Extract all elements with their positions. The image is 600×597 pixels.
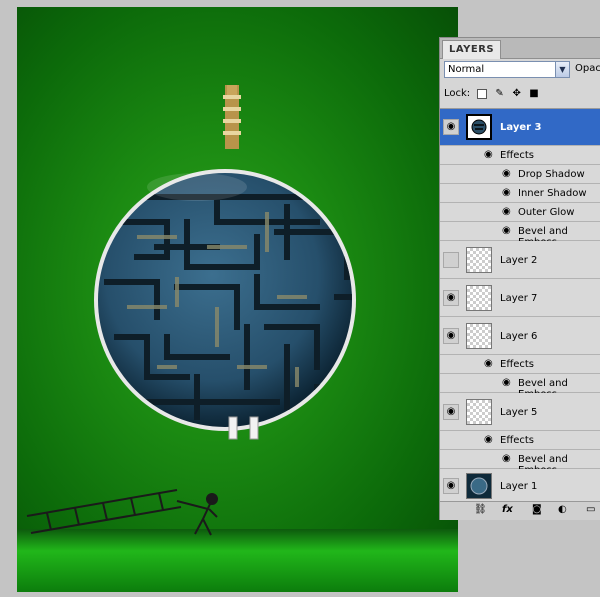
eye-icon[interactable]: ◉ [484,358,493,369]
eye-icon[interactable]: ◉ [502,225,511,236]
layer-thumbnail [466,323,492,349]
artwork [17,85,458,592]
link-layers-icon[interactable]: ⛓ [474,504,487,515]
effects-label: Effects [500,359,534,370]
layer-row-1[interactable]: ◉ Layer 1 [440,469,600,503]
effect-label: Drop Shadow [518,169,585,180]
eye-icon[interactable]: ◉ [502,187,511,198]
effect-row[interactable]: ◉ Bevel and Emboss [440,222,600,248]
eye-icon[interactable]: ◉ [443,119,459,135]
layer-name: Layer 7 [500,293,538,304]
eye-icon[interactable]: ◉ [443,478,459,494]
lock-transparency-icon[interactable] [477,88,488,99]
opacity-label: Opac [575,63,600,74]
layer-list: ◉ Layer 3 ◉ Effects ◉ Drop Shadow ◉ Inne… [440,108,600,503]
lock-all-icon[interactable]: ■ [529,88,539,99]
effects-row[interactable]: ◉ Effects [440,146,600,165]
effects-row[interactable]: ◉ Effects [440,431,600,450]
new-layer-icon[interactable]: ▭ [586,504,595,515]
effects-row[interactable]: ◉ Effects [440,355,600,374]
adjustment-layer-icon[interactable]: ◐ [558,504,567,515]
layers-panel: LAYERS Normal ▼ Opac Lock: ✎ ✥ ■ ◉ Layer… [439,37,600,520]
layer-name: Layer 5 [500,407,538,418]
layer-row-6[interactable]: ◉ Layer 6 [440,317,600,355]
effect-row[interactable]: ◉ Inner Shadow [440,184,600,203]
layer-thumbnail [466,285,492,311]
panel-tab-bar: LAYERS [440,38,600,59]
effect-label: Inner Shadow [518,188,587,199]
chevron-down-icon[interactable]: ▼ [555,61,570,78]
document-canvas[interactable] [17,7,458,592]
layer-thumbnail [466,114,492,140]
layer-name: Layer 3 [500,122,542,133]
layer-thumbnail [466,247,492,273]
eye-icon[interactable]: ◉ [484,149,493,160]
effect-row[interactable]: ◉ Bevel and Emboss [440,450,600,476]
visibility-toggle[interactable] [443,252,459,268]
eye-icon[interactable]: ◉ [484,434,493,445]
layer-row-5[interactable]: ◉ Layer 5 [440,393,600,431]
panel-footer: ⛓ fx ◙ ◐ ▭ [440,501,600,520]
lock-paint-icon[interactable]: ✎ [495,88,505,99]
eye-icon[interactable]: ◉ [443,290,459,306]
layer-row-2[interactable]: Layer 2 [440,241,600,279]
layer-name: Layer 1 [500,481,538,492]
layer-name: Layer 2 [500,255,538,266]
lock-move-icon[interactable]: ✥ [512,88,522,99]
eye-icon[interactable]: ◉ [502,453,511,464]
effects-label: Effects [500,435,534,446]
eye-icon[interactable]: ◉ [502,206,511,217]
layer-thumbnail [466,399,492,425]
effect-label: Outer Glow [518,207,575,218]
ladder-and-figure [26,489,218,536]
blend-mode-select[interactable]: Normal ▼ [444,61,570,78]
eye-icon[interactable]: ◉ [502,168,511,179]
ground [17,529,458,592]
add-mask-icon[interactable]: ◙ [532,504,542,515]
plug-connector [223,85,241,149]
layer-row-3[interactable]: ◉ Layer 3 [440,109,600,146]
lock-label: Lock: [444,88,471,99]
fx-icon[interactable]: fx [502,504,513,515]
effects-label: Effects [500,150,534,161]
layer-row-7[interactable]: ◉ Layer 7 [440,279,600,317]
tab-layers[interactable]: LAYERS [442,40,502,59]
blend-mode-value: Normal [448,64,485,75]
effect-row[interactable]: ◉ Outer Glow [440,203,600,222]
maze-globe [94,169,356,431]
eye-icon[interactable]: ◉ [443,328,459,344]
lock-row: Lock: ✎ ✥ ■ [444,88,600,102]
layer-name: Layer 6 [500,331,538,342]
eye-icon[interactable]: ◉ [502,377,511,388]
effect-row[interactable]: ◉ Drop Shadow [440,165,600,184]
layer-thumbnail [466,473,492,499]
effect-row[interactable]: ◉ Bevel and Emboss [440,374,600,400]
eye-icon[interactable]: ◉ [443,404,459,420]
